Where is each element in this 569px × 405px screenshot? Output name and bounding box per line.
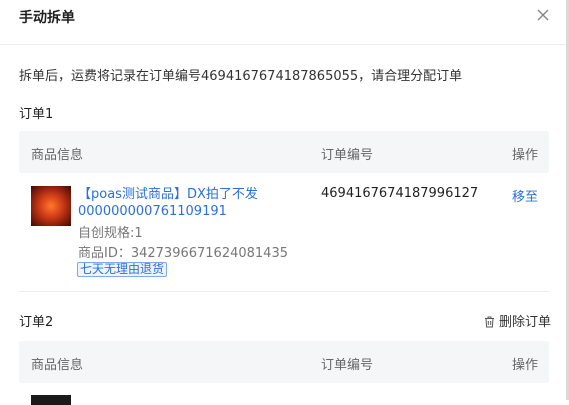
dialog-title: 手动拆单 bbox=[19, 10, 75, 26]
dialog-header: 手动拆单 bbox=[0, 0, 566, 45]
delete-order-label: 删除订单 bbox=[499, 315, 552, 330]
header-order-no: 订单编号 bbox=[321, 148, 374, 163]
product-name-link[interactable]: 【poas测试商品】DX拍了不发000000000761109191 bbox=[78, 186, 283, 220]
trash-icon bbox=[485, 316, 494, 328]
split-tip: 拆单后，运费将记录在订单编号4694167674187865055，请合理分配订… bbox=[19, 69, 463, 84]
return-policy-badge: 七天无理由退货 bbox=[77, 262, 168, 277]
close-icon[interactable] bbox=[536, 8, 550, 22]
product-thumbnail-partial bbox=[31, 395, 71, 405]
order-1-table-header: 商品信息 订单编号 操作 bbox=[19, 131, 549, 173]
order-2-table-header: 商品信息 订单编号 操作 bbox=[19, 341, 549, 383]
header-order-no: 订单编号 bbox=[321, 358, 374, 373]
product-id: 商品ID：3427396671624081435 bbox=[78, 246, 288, 261]
product-spec: 自创规格:1 bbox=[78, 226, 143, 241]
header-product: 商品信息 bbox=[31, 358, 84, 373]
header-action: 操作 bbox=[512, 148, 539, 163]
header-action: 操作 bbox=[512, 358, 539, 373]
delete-order-button[interactable]: 删除订单 bbox=[484, 311, 551, 330]
order-2-title: 订单2 bbox=[19, 315, 54, 330]
product-thumbnail bbox=[31, 186, 71, 226]
move-to-button[interactable]: 移至 bbox=[512, 186, 538, 205]
header-product: 商品信息 bbox=[31, 148, 84, 163]
order-1-title: 订单1 bbox=[19, 107, 54, 122]
order-divider bbox=[19, 291, 549, 292]
order-number: 4694167674187996127 bbox=[321, 186, 479, 201]
